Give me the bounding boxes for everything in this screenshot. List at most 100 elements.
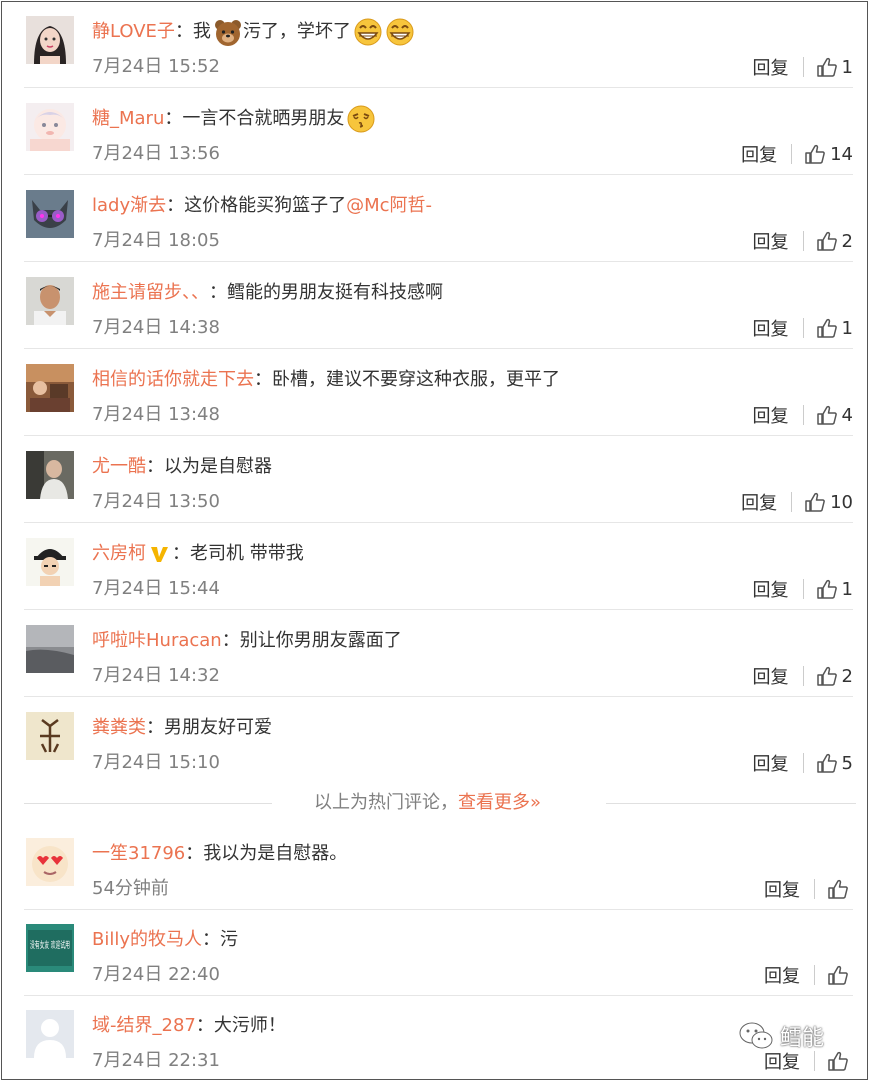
watermark: 鳕能 [738,1020,824,1052]
thumbs-up-icon [816,57,837,77]
comment-text: ：男朋友好可爱 [146,717,272,738]
like-count: 1 [841,578,853,600]
wechat-icon [739,1022,773,1049]
comment-text: ：一言不合就晒男朋友 [164,108,345,129]
cartoon-avatar[interactable] [26,538,74,586]
comment-item: lady渐去 ：这价格能买狗篮子了 @Mc阿哲- 7月24日 18:05 回复 … [2,176,867,262]
comment-time: 7月24日 13:50 [92,491,220,512]
comment-item: 一笙31796 ：我以为是自慰器。 54分钟前 回复 [2,824,867,910]
username-link[interactable]: 呼啦咔Huracan [92,625,222,657]
comment-text: ：老司机 带带我 [172,543,304,564]
username-link[interactable]: Billy的牧马人 [92,924,202,956]
username-link[interactable]: 粪粪类 [92,712,146,744]
thumbs-up-icon [816,318,837,338]
like-button[interactable] [827,878,853,900]
username-link[interactable]: lady渐去 [92,190,166,222]
reply-button[interactable]: 回复 [753,402,789,428]
glyph-avatar[interactable] [26,712,74,760]
reply-button[interactable]: 回复 [753,750,789,776]
username-link[interactable]: 静LOVE子 [92,16,175,48]
comment-time: 7月24日 14:32 [92,665,220,686]
divider [24,261,853,262]
divider [24,348,853,349]
username-link[interactable]: 糖_Maru [92,103,164,135]
like-count: 1 [841,56,853,78]
comment-item: 没有女友 欢迎试用 Billy的牧马人 ：污 7月24日 22:40 回复 [2,910,867,996]
comment-text: ：我 [174,21,211,42]
reply-button[interactable]: 回复 [741,141,777,167]
reply-button[interactable]: 回复 [764,876,800,902]
thumbs-up-icon [816,666,837,686]
divider [24,87,853,88]
like-button[interactable] [827,1050,853,1072]
grin-emoji [385,17,415,47]
like-button[interactable]: 5 [816,752,853,774]
comment-text: ：污 [202,929,239,950]
girl-avatar[interactable] [26,16,74,64]
thumbs-up-icon [816,231,837,251]
divider [24,174,853,175]
comment-time: 7月24日 15:10 [92,752,220,773]
like-button[interactable]: 14 [804,143,853,165]
action-divider [802,666,804,686]
anime-avatar[interactable] [26,103,74,151]
thumbs-up-icon [816,579,837,599]
like-button[interactable]: 1 [816,578,853,600]
comment-time: 54分钟前 [92,878,169,899]
view-more-link[interactable]: 查看更多» [458,792,541,813]
cat-avatar[interactable] [26,190,74,238]
comment-text-cont: 污了，学坏了 [242,21,351,42]
mention-link[interactable]: @Mc阿哲- [346,190,432,222]
comment-text: ：我以为是自慰器。 [185,843,348,864]
reply-button[interactable]: 回复 [753,228,789,254]
like-button[interactable]: 2 [816,665,853,687]
landscape-avatar[interactable] [26,625,74,673]
default-avatar[interactable] [26,1010,74,1058]
reply-button[interactable]: 回复 [741,489,777,515]
photo-avatar[interactable] [26,364,74,412]
reply-button[interactable]: 回复 [753,663,789,689]
heart-eyes-avatar[interactable] [26,838,74,886]
comment-time: 7月24日 18:05 [92,230,220,251]
comment-time: 7月24日 13:48 [92,404,220,425]
comment-time: 7月24日 13:56 [92,143,220,164]
divider [24,803,272,804]
comment-text: ：鳕能的男朋友挺有科技感啊 [209,282,443,303]
comment-time: 7月24日 22:40 [92,964,220,985]
username-link[interactable]: 相信的话你就走下去 [92,364,254,396]
thumbs-up-icon [828,965,848,985]
comment-text: ：这价格能买狗篮子了 [166,195,347,216]
man-avatar[interactable] [26,277,74,325]
grin-emoji [353,17,383,47]
username-link[interactable]: 一笙31796 [92,838,185,870]
reply-button[interactable]: 回复 [753,315,789,341]
username-link[interactable]: 尤一酷 [92,451,146,483]
reply-button[interactable]: 回复 [764,962,800,988]
like-button[interactable]: 4 [816,404,853,426]
action-divider [814,879,815,899]
reply-button[interactable]: 回复 [753,576,789,602]
reply-button[interactable]: 回复 [753,54,789,80]
comment-item: 六房柯 ：老司机 带带我 7月24日 15:44 回复 1 [2,524,867,610]
like-button[interactable]: 1 [816,317,853,339]
like-button[interactable]: 2 [816,230,853,252]
action-divider [814,965,815,985]
username-link[interactable]: 六房柯 [92,538,146,570]
divider [24,522,853,523]
like-count: 14 [830,143,853,165]
comment-text: ：别让你男朋友露面了 [221,630,402,651]
like-button[interactable]: 1 [816,56,853,78]
like-button[interactable]: 10 [804,491,853,513]
like-count: 2 [841,230,853,252]
thumbs-up-icon [805,492,825,512]
like-count: 4 [841,404,853,426]
username-link[interactable]: 域-结界_287 [92,1010,196,1042]
comment-text: ：大污师！ [195,1015,286,1036]
sign-avatar[interactable]: 没有女友 欢迎试用 [26,924,74,972]
like-button[interactable] [827,964,853,986]
old-man-avatar[interactable] [26,451,74,499]
action-divider [802,231,804,251]
action-divider [814,1051,815,1071]
username-link[interactable]: 施主请留步、、 [92,277,209,309]
verified-v-icon [148,543,170,565]
